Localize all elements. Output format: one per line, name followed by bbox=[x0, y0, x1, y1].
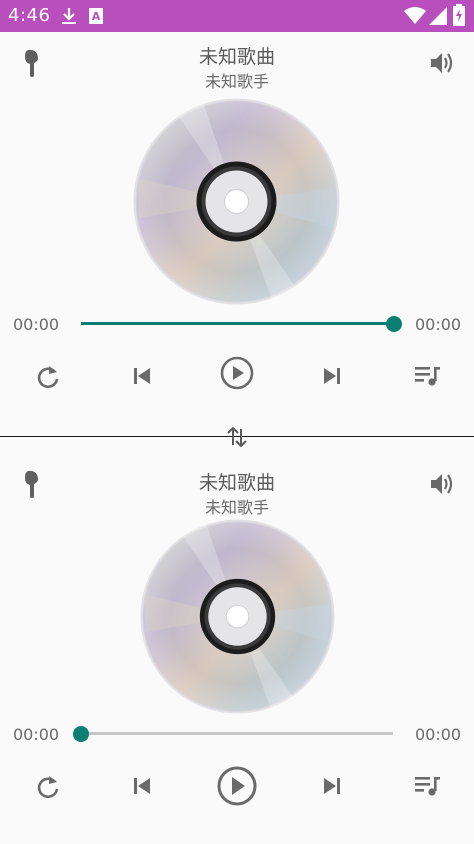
battery-icon bbox=[453, 4, 465, 26]
skip-previous-icon[interactable] bbox=[132, 367, 152, 385]
skip-previous-icon[interactable] bbox=[132, 777, 152, 795]
progress-fill bbox=[81, 322, 394, 325]
progress-thumb[interactable] bbox=[386, 316, 402, 332]
repeat-icon[interactable] bbox=[35, 774, 61, 800]
play-icon[interactable] bbox=[219, 355, 255, 391]
skip-next-icon[interactable] bbox=[322, 777, 342, 795]
duration-time: 00:00 bbox=[415, 725, 462, 744]
status-bar: 4:46 A bbox=[0, 0, 474, 32]
progress-track[interactable] bbox=[81, 316, 402, 332]
song-title: 未知歌曲 bbox=[198, 46, 275, 68]
elapsed-time: 00:00 bbox=[13, 315, 60, 334]
elapsed-time: 00:00 bbox=[13, 725, 60, 744]
status-time: 4:46 bbox=[8, 5, 51, 26]
download-icon bbox=[62, 8, 76, 24]
skip-next-icon[interactable] bbox=[322, 367, 342, 385]
play-icon[interactable] bbox=[216, 765, 258, 807]
repeat-icon[interactable] bbox=[35, 364, 61, 390]
a-box-icon: A bbox=[89, 8, 103, 24]
song-title: 未知歌曲 bbox=[198, 472, 275, 494]
volume-icon[interactable] bbox=[429, 51, 455, 75]
progress-track[interactable] bbox=[73, 726, 393, 742]
player-top: 未知歌曲 未知歌手 00:00 00:00 bbox=[0, 32, 474, 437]
wifi-icon bbox=[404, 7, 426, 24]
volume-icon[interactable] bbox=[429, 472, 455, 496]
signal-icon bbox=[429, 7, 447, 25]
album-disc bbox=[140, 519, 335, 714]
progress-remaining bbox=[81, 732, 393, 735]
artist-name: 未知歌手 bbox=[204, 498, 269, 517]
playlist-icon[interactable] bbox=[414, 775, 442, 797]
album-disc bbox=[133, 98, 340, 305]
progress-thumb[interactable] bbox=[73, 726, 89, 742]
swap-vertical-icon[interactable] bbox=[226, 425, 248, 449]
duration-time: 00:00 bbox=[415, 315, 462, 334]
artist-name: 未知歌手 bbox=[204, 72, 269, 91]
playlist-icon[interactable] bbox=[414, 365, 442, 387]
player-bottom: 未知歌曲 未知歌手 00:00 00:00 bbox=[0, 459, 474, 844]
svg-text:A: A bbox=[92, 10, 101, 23]
